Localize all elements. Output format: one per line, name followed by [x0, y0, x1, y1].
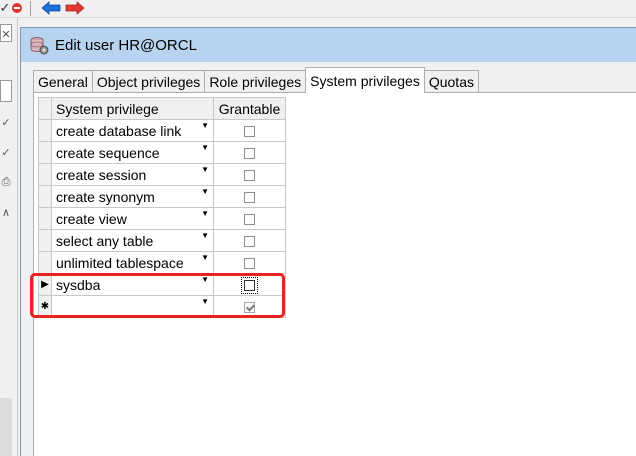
privileges-grid: System privilege Grantable create databa… [38, 97, 286, 318]
dialog-titlebar[interactable]: Edit user HR@ORCL [21, 28, 636, 62]
grantable-checkbox[interactable] [244, 126, 255, 138]
grantable-checkbox[interactable] [244, 302, 255, 314]
check-icon: ✓ [1, 116, 11, 129]
column-header-grantable[interactable]: Grantable [213, 97, 286, 120]
tab-system-privileges[interactable]: System privileges [305, 67, 425, 93]
grantable-checkbox[interactable] [244, 236, 255, 248]
grantable-checkbox[interactable] [244, 258, 255, 270]
privilege-cell[interactable]: select any table ▼ [51, 229, 214, 252]
grantable-cell[interactable] [213, 163, 286, 186]
table-row[interactable]: create session ▼ [38, 163, 286, 186]
grantable-cell[interactable] [213, 251, 286, 274]
privilege-cell[interactable]: sysdba ▼ [51, 273, 214, 296]
dropdown-arrow-icon[interactable]: ▼ [201, 210, 209, 218]
privilege-name: create session [56, 166, 147, 183]
table-row[interactable]: create synonym ▼ [38, 185, 286, 208]
grantable-cell[interactable] [213, 185, 286, 208]
table-row[interactable]: unlimited tablespace ▼ [38, 251, 286, 274]
table-row[interactable]: select any table ▼ [38, 229, 286, 252]
header-indicator-cell [38, 97, 52, 120]
dropdown-arrow-icon[interactable]: ▼ [201, 144, 209, 152]
grantable-checkbox[interactable] [244, 214, 255, 226]
table-row[interactable]: create view ▼ [38, 207, 286, 230]
table-row-new[interactable]: ✱ ▼ [38, 295, 286, 318]
row-indicator[interactable] [38, 163, 52, 186]
background-toolbar: ✓ [0, 0, 636, 18]
row-indicator[interactable] [38, 207, 52, 230]
new-row-indicator-icon[interactable]: ✱ [38, 295, 52, 318]
tab-general[interactable]: General [33, 70, 93, 93]
forward-arrow-icon[interactable] [64, 0, 86, 16]
privilege-cell[interactable]: create database link ▼ [51, 119, 214, 142]
tab-role-privileges[interactable]: Role privileges [204, 70, 307, 93]
grantable-cell[interactable] [213, 207, 286, 230]
system-privileges-page: System privilege Grantable create databa… [33, 92, 636, 456]
dropdown-arrow-icon[interactable]: ▼ [201, 276, 209, 284]
privilege-cell[interactable]: create session ▼ [51, 163, 214, 186]
privilege-name: create database link [56, 122, 182, 139]
row-indicator[interactable] [38, 119, 52, 142]
dialog-title: Edit user HR@ORCL [55, 36, 197, 54]
back-arrow-icon[interactable] [40, 0, 62, 16]
privilege-name: select any table [56, 232, 154, 249]
privilege-name: create synonym [56, 188, 155, 205]
dropdown-arrow-icon[interactable]: ▼ [201, 188, 209, 196]
grantable-cell[interactable] [213, 295, 286, 318]
row-indicator[interactable] [38, 251, 52, 274]
privilege-cell[interactable]: create synonym ▼ [51, 185, 214, 208]
grantable-cell[interactable] [213, 273, 286, 296]
privilege-name: sysdba [56, 276, 101, 293]
grantable-cell[interactable] [213, 141, 286, 164]
left-panel-scrollbar[interactable] [0, 398, 12, 456]
left-panel-strip: ✕ ✓ ✓ ⎙ ∧ [0, 18, 18, 456]
grantable-cell[interactable] [213, 229, 286, 252]
dropdown-arrow-icon[interactable]: ▼ [201, 122, 209, 130]
grantable-checkbox[interactable] [244, 148, 255, 160]
grantable-checkbox[interactable] [244, 170, 255, 182]
privilege-cell[interactable]: create view ▼ [51, 207, 214, 230]
database-user-icon [29, 35, 49, 55]
dropdown-arrow-icon[interactable]: ▼ [201, 298, 209, 306]
document-icon: ⎙ [1, 175, 11, 188]
column-header-privilege[interactable]: System privilege [51, 97, 214, 120]
dropdown-arrow-icon[interactable]: ▼ [201, 254, 209, 262]
privilege-cell[interactable]: ▼ [51, 295, 214, 318]
tab-bar: General Object privileges Role privilege… [33, 67, 479, 93]
tab-object-privileges[interactable]: Object privileges [91, 70, 206, 93]
chevron-up-icon[interactable]: ∧ [0, 202, 12, 222]
check-icon[interactable]: ✓ [0, 0, 10, 16]
grid-header-row: System privilege Grantable [38, 97, 286, 120]
tab-quotas[interactable]: Quotas [423, 70, 479, 93]
privilege-cell[interactable]: unlimited tablespace ▼ [51, 251, 214, 274]
row-indicator[interactable] [38, 185, 52, 208]
exit-icon[interactable] [10, 0, 24, 16]
row-indicator[interactable] [38, 229, 52, 252]
grantable-cell[interactable] [213, 119, 286, 142]
privilege-cell[interactable]: create sequence ▼ [51, 141, 214, 164]
privilege-name: create sequence [56, 144, 160, 161]
privilege-name: create view [56, 210, 127, 227]
table-row-current[interactable]: ▶ sysdba ▼ [38, 273, 286, 296]
grantable-checkbox[interactable] [244, 192, 255, 204]
dropdown-arrow-icon[interactable]: ▼ [201, 232, 209, 240]
table-row[interactable]: create sequence ▼ [38, 141, 286, 164]
table-row[interactable]: create database link ▼ [38, 119, 286, 142]
grantable-checkbox[interactable] [241, 277, 258, 295]
dropdown-arrow-icon[interactable]: ▼ [201, 166, 209, 174]
row-indicator[interactable] [38, 141, 52, 164]
edit-user-dialog: Edit user HR@ORCL General Object privile… [20, 27, 636, 456]
check-icon: ✓ [1, 146, 11, 159]
left-panel-field[interactable] [0, 80, 12, 102]
close-icon[interactable]: ✕ [0, 24, 12, 44]
toolbar-separator [30, 1, 31, 16]
current-row-indicator-icon[interactable]: ▶ [38, 273, 52, 296]
privilege-name: unlimited tablespace [56, 254, 184, 271]
